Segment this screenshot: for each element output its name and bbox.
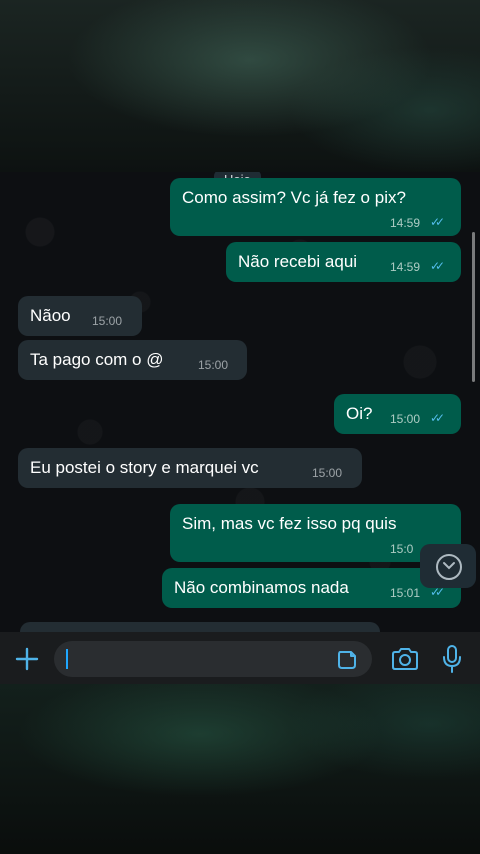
message-bubble-outgoing[interactable]: Não recebi aqui 14:59 ✓✓	[226, 242, 461, 282]
message-text: Não combinamos nada	[174, 578, 349, 597]
chevron-down-icon	[436, 554, 462, 580]
read-receipt-icon: ✓✓	[430, 411, 445, 425]
message-input[interactable]	[54, 641, 372, 677]
message-text: Eu postei o story e marquei vc	[30, 458, 259, 477]
message-bubble-incoming[interactable]: Eu postei o story e marquei vc 15:00	[18, 448, 362, 488]
blurred-background-bottom	[0, 684, 480, 854]
message-bubble-incoming[interactable]: Ta pago com o @ 15:00	[18, 340, 247, 380]
message-input-bar	[0, 632, 480, 684]
scrollbar[interactable]	[472, 232, 475, 382]
message-bubble-outgoing[interactable]: Não combinamos nada 15:01 ✓✓	[162, 568, 461, 608]
message-bubble-incoming[interactable]: Nãoo 15:00	[18, 296, 142, 336]
scroll-to-bottom-button[interactable]	[420, 544, 476, 588]
message-text: Ta pago com o @	[30, 350, 164, 369]
message-time: 15:0	[390, 542, 414, 556]
message-bubble-outgoing[interactable]: Oi? 15:00 ✓✓	[334, 394, 461, 434]
read-receipt-icon: ✓✓	[430, 215, 445, 229]
message-text: Sim, mas vc fez isso pq quis	[182, 514, 397, 533]
read-receipt-icon: ✓✓	[430, 259, 445, 273]
text-cursor	[66, 649, 68, 669]
message-text: Não recebi aqui	[238, 252, 358, 271]
chat-area[interactable]: Hoje Como assim? Vc já fez o pix? 14:59 …	[0, 172, 480, 632]
message-bubble-outgoing[interactable]: Sim, mas vc fez isso pq quis 15:0	[170, 504, 461, 562]
message-time: 15:00	[390, 412, 421, 426]
microphone-icon[interactable]	[441, 644, 463, 674]
message-bubble-outgoing[interactable]: Como assim? Vc já fez o pix? 14:59 ✓✓	[170, 178, 461, 236]
message-time: 15:01	[390, 586, 421, 600]
blurred-background-top	[0, 0, 480, 172]
message-time: 15:00	[312, 466, 343, 480]
message-text: Nãoo	[30, 306, 71, 325]
message-text: Oi?	[346, 404, 373, 423]
sticker-icon[interactable]	[336, 649, 358, 671]
message-time: 14:59	[390, 216, 421, 230]
message-text: Como assim? Vc já fez o pix?	[182, 188, 406, 207]
plus-icon[interactable]	[14, 646, 40, 672]
camera-icon[interactable]	[390, 647, 420, 671]
message-bubble-incoming-partial[interactable]	[20, 622, 380, 632]
message-time: 14:59	[390, 260, 421, 274]
message-time: 15:00	[198, 358, 229, 372]
message-time: 15:00	[92, 314, 123, 328]
